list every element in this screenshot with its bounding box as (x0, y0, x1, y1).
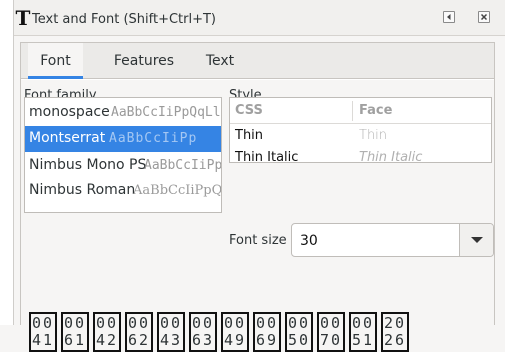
text-tool-icon: T (15, 6, 31, 30)
style-face-value: Thin (359, 128, 388, 143)
glyph-code-low: 70 (319, 331, 343, 349)
glyph-code-high: 20 (383, 314, 407, 332)
glyph-code-low: 41 (31, 331, 55, 349)
font-size-label: Font size (229, 233, 287, 248)
glyph-code-low: 42 (95, 331, 119, 349)
glyph-code-low: 69 (255, 331, 279, 349)
font-name: monospace (29, 104, 110, 120)
font-size-combobox[interactable]: 30 (291, 223, 494, 257)
glyph-code-high: 00 (351, 314, 375, 332)
column-face-header[interactable]: Face (359, 103, 392, 118)
glyph-code-high: 00 (223, 314, 247, 332)
font-sample: AaBbCcIiPp (109, 131, 198, 146)
column-css-header[interactable]: CSS (235, 103, 263, 118)
missing-glyph-box: 00 42 (93, 312, 121, 352)
tab-font[interactable]: Font (28, 43, 83, 79)
tab-features[interactable]: Features (101, 43, 187, 78)
font-name: Montserrat (29, 130, 106, 146)
column-separator (352, 101, 353, 121)
missing-glyph-box: 00 61 (61, 312, 89, 352)
glyph-code-high: 00 (287, 314, 311, 332)
style-row-thin[interactable]: Thin Thin (230, 126, 491, 146)
collapse-button[interactable] (443, 11, 455, 23)
font-notebook: Font Features Text Font family monospace… (20, 42, 495, 352)
font-size-dropdown-button[interactable] (459, 224, 493, 256)
missing-glyph-box: 00 70 (317, 312, 345, 352)
glyph-code-low: 26 (383, 331, 407, 349)
glyph-code-low: 62 (127, 331, 151, 349)
glyph-code-high: 00 (319, 314, 343, 332)
glyph-code-low: 50 (287, 331, 311, 349)
font-family-item-nimbus-mono-ps[interactable]: Nimbus Mono PS AaBbCcIiPp (25, 153, 221, 179)
close-icon (480, 13, 488, 21)
font-family-list[interactable]: monospace AaBbCcIiPpQqLl Montserrat AaBb… (24, 97, 222, 213)
missing-glyph-box: 00 62 (125, 312, 153, 352)
glyph-code-high: 00 (255, 314, 279, 332)
style-list[interactable]: CSS Face Thin Thin Thin Italic Thin Ital… (229, 97, 492, 163)
glyph-code-high: 00 (63, 314, 87, 332)
glyph-code-low: 63 (191, 331, 215, 349)
dialog-titlebar: T Text and Font (Shift+Ctrl+T) (14, 0, 505, 36)
close-button[interactable] (478, 11, 490, 23)
font-family-item-montserrat[interactable]: Montserrat AaBbCcIiPp (25, 126, 221, 152)
missing-glyph-box: 00 43 (157, 312, 185, 352)
glyph-code-low: 49 (223, 331, 247, 349)
glyph-code-low: 43 (159, 331, 183, 349)
text-and-font-dialog: T Text and Font (Shift+Ctrl+T) Font Feat… (14, 0, 505, 352)
missing-glyph-box: 20 26 (381, 312, 409, 352)
font-sample: AaBbCcIiPp (144, 158, 221, 173)
style-face-value: Thin Italic (359, 150, 423, 163)
glyph-code-high: 00 (191, 314, 215, 332)
glyph-code-high: 00 (31, 314, 55, 332)
glyph-code-high: 00 (159, 314, 183, 332)
triangle-down-icon (471, 237, 483, 243)
canvas-edge (0, 0, 14, 325)
missing-glyph-box: 00 41 (29, 312, 57, 352)
missing-glyph-box: 00 63 (189, 312, 217, 352)
missing-glyph-box: 00 51 (349, 312, 377, 352)
font-sample: AaBbCcIiPpQq (133, 183, 221, 198)
glyph-code-low: 51 (351, 331, 375, 349)
dialog-title: Text and Font (Shift+Ctrl+T) (32, 12, 216, 27)
font-sample: AaBbCcIiPpQqLl (111, 105, 221, 120)
font-name: Nimbus Mono PS (29, 157, 147, 173)
style-css-value: Thin (235, 128, 264, 143)
glyph-code-low: 61 (63, 331, 87, 349)
triangle-left-icon (447, 14, 451, 20)
tab-bar: Font Features Text (21, 43, 494, 79)
missing-glyph-box: 00 69 (253, 312, 281, 352)
font-family-item-nimbus-roman[interactable]: Nimbus Roman AaBbCcIiPpQq (25, 178, 221, 204)
glyph-code-high: 00 (95, 314, 119, 332)
font-preview: 00 41 00 61 00 42 00 62 00 43 00 63 00 49 00 69 00 50 00 70… (29, 312, 489, 352)
style-css-value: Thin Italic (235, 150, 299, 163)
style-list-header: CSS Face (230, 98, 491, 124)
glyph-code-high: 00 (127, 314, 151, 332)
font-name: Nimbus Roman (29, 182, 136, 198)
style-row-thin-italic[interactable]: Thin Italic Thin Italic (230, 148, 491, 163)
tab-text[interactable]: Text (191, 43, 249, 78)
font-size-value[interactable]: 30 (300, 233, 318, 249)
font-tab-content: Font family monospace AaBbCcIiPpQqLl Mon… (21, 80, 494, 352)
missing-glyph-box: 00 50 (285, 312, 313, 352)
missing-glyph-box: 00 49 (221, 312, 249, 352)
font-family-item-monospace[interactable]: monospace AaBbCcIiPpQqLl (25, 100, 221, 126)
